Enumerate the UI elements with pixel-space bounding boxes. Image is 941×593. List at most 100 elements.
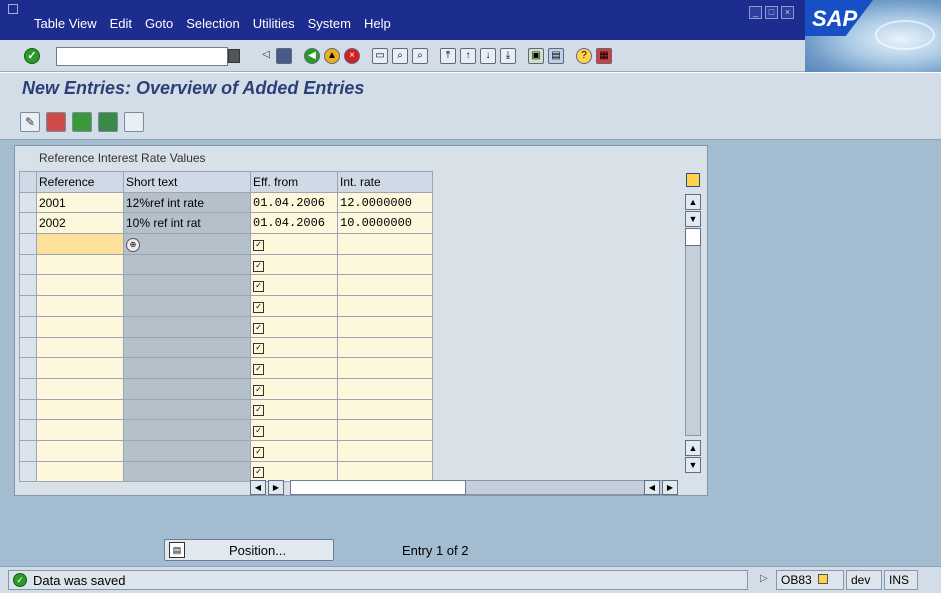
col-scroll-right-icon[interactable]: ▶ bbox=[662, 480, 678, 495]
command-field[interactable] bbox=[56, 47, 228, 66]
column-header-reference[interactable]: Reference bbox=[36, 171, 124, 193]
int-rate-cell[interactable]: 12.0000000 bbox=[337, 191, 433, 214]
reference-cell[interactable] bbox=[36, 439, 124, 462]
session-info-icon[interactable] bbox=[818, 574, 829, 584]
row-selector[interactable] bbox=[19, 191, 37, 214]
eff-from-cell[interactable]: ✓ bbox=[250, 419, 338, 441]
short-text-cell[interactable] bbox=[123, 419, 251, 441]
eff-from-cell[interactable]: ✓ bbox=[250, 315, 338, 338]
checkbox-icon[interactable]: ✓ bbox=[253, 384, 264, 396]
int-rate-cell[interactable] bbox=[337, 315, 433, 338]
system-menu-icon[interactable] bbox=[8, 4, 18, 14]
short-text-cell[interactable] bbox=[123, 274, 251, 297]
scroll-track[interactable] bbox=[685, 228, 701, 436]
row-selector[interactable] bbox=[19, 274, 37, 297]
reference-cell[interactable] bbox=[36, 274, 124, 297]
row-selector[interactable] bbox=[19, 336, 37, 359]
table-settings-icon[interactable] bbox=[686, 173, 700, 187]
deselect-all-icon[interactable] bbox=[124, 112, 144, 132]
page-up-icon[interactable]: ▲ bbox=[685, 440, 701, 456]
previous-page-icon[interactable]: ↑ bbox=[460, 48, 476, 64]
find-next-icon[interactable]: ⌕ bbox=[412, 48, 428, 64]
int-rate-cell[interactable] bbox=[337, 253, 433, 276]
select-block-icon[interactable] bbox=[98, 112, 118, 132]
checkbox-icon[interactable]: ✓ bbox=[253, 446, 264, 458]
int-rate-cell[interactable] bbox=[337, 336, 433, 359]
row-selector[interactable] bbox=[19, 357, 37, 379]
back-icon[interactable]: ◀ bbox=[304, 48, 320, 64]
row-selector[interactable] bbox=[19, 295, 37, 317]
int-rate-cell[interactable] bbox=[337, 460, 433, 483]
reference-cell[interactable] bbox=[36, 460, 124, 483]
reference-cell[interactable] bbox=[36, 336, 124, 359]
scroll-right-icon[interactable]: ▶ bbox=[268, 480, 284, 495]
shortcut-icon[interactable]: ▤ bbox=[548, 48, 564, 64]
checkbox-icon[interactable]: ✓ bbox=[253, 239, 264, 251]
int-rate-cell[interactable] bbox=[337, 357, 433, 379]
find-icon[interactable]: ⌕ bbox=[392, 48, 408, 64]
eff-from-cell[interactable]: ✓ bbox=[250, 460, 338, 483]
int-rate-cell[interactable] bbox=[337, 295, 433, 317]
reference-cell[interactable] bbox=[36, 233, 124, 255]
eff-from-cell[interactable]: ✓ bbox=[250, 253, 338, 276]
col-scroll-left-icon[interactable]: ◀ bbox=[644, 480, 660, 495]
select-all-cell[interactable] bbox=[19, 171, 37, 193]
eff-from-cell[interactable]: ✓ bbox=[250, 274, 338, 297]
eff-from-cell[interactable]: 01.04.2006 bbox=[250, 191, 338, 214]
change-display-icon[interactable]: ✎ bbox=[20, 112, 40, 132]
position-button[interactable]: ▤ Position... bbox=[164, 539, 334, 561]
reference-cell[interactable] bbox=[36, 295, 124, 317]
row-selector[interactable] bbox=[19, 212, 37, 235]
row-selector[interactable] bbox=[19, 315, 37, 338]
new-session-icon[interactable]: ▣ bbox=[528, 48, 544, 64]
last-page-icon[interactable]: ⤓ bbox=[500, 48, 516, 64]
short-text-cell[interactable] bbox=[123, 357, 251, 379]
column-header-eff-from[interactable]: Eff. from bbox=[250, 171, 338, 193]
save-icon[interactable] bbox=[276, 48, 292, 64]
checkbox-icon[interactable]: ✓ bbox=[253, 364, 264, 376]
short-text-cell[interactable] bbox=[123, 460, 251, 483]
horizontal-scrollbar[interactable]: ◀ ▶ ◀ ▶ bbox=[250, 480, 680, 496]
row-selector[interactable] bbox=[19, 398, 37, 421]
column-header-int-rate[interactable]: Int. rate bbox=[337, 171, 433, 193]
reference-cell[interactable] bbox=[36, 357, 124, 379]
close-icon[interactable]: × bbox=[781, 6, 794, 19]
reference-cell[interactable] bbox=[36, 315, 124, 338]
next-page-icon[interactable]: ↓ bbox=[480, 48, 496, 64]
row-selector[interactable] bbox=[19, 253, 37, 276]
int-rate-cell[interactable]: 10.0000000 bbox=[337, 212, 433, 235]
short-text-cell[interactable] bbox=[123, 398, 251, 421]
column-header-short-text[interactable]: Short text bbox=[123, 171, 251, 193]
reference-cell[interactable] bbox=[36, 377, 124, 400]
row-selector[interactable] bbox=[19, 460, 37, 483]
short-text-cell[interactable]: ⊕ bbox=[123, 233, 251, 255]
eff-from-cell[interactable]: ✓ bbox=[250, 233, 338, 255]
checkbox-icon[interactable]: ✓ bbox=[253, 467, 264, 479]
eff-from-cell[interactable]: ✓ bbox=[250, 357, 338, 379]
delete-icon[interactable] bbox=[46, 112, 66, 132]
menu-table-view[interactable]: Table View bbox=[34, 16, 97, 31]
first-page-icon[interactable]: ⤒ bbox=[440, 48, 456, 64]
eff-from-cell[interactable]: ✓ bbox=[250, 336, 338, 359]
status-message-box[interactable]: ✓ Data was saved bbox=[8, 570, 748, 590]
int-rate-cell[interactable] bbox=[337, 419, 433, 441]
enter-icon[interactable]: ✓ bbox=[24, 48, 40, 64]
row-selector[interactable] bbox=[19, 377, 37, 400]
eff-from-cell[interactable]: 01.04.2006 bbox=[250, 212, 338, 235]
checkbox-icon[interactable]: ✓ bbox=[253, 301, 264, 313]
reference-cell[interactable]: 2002 bbox=[36, 212, 124, 235]
short-text-cell[interactable] bbox=[123, 377, 251, 400]
reference-cell[interactable] bbox=[36, 398, 124, 421]
short-text-cell[interactable] bbox=[123, 315, 251, 338]
short-text-cell[interactable] bbox=[123, 336, 251, 359]
checkbox-icon[interactable]: ✓ bbox=[253, 281, 264, 293]
maximize-icon[interactable]: □ bbox=[765, 6, 778, 19]
menu-edit[interactable]: Edit bbox=[110, 16, 132, 31]
value-help-icon[interactable]: ⊕ bbox=[126, 237, 140, 252]
help-icon[interactable]: ? bbox=[576, 48, 592, 64]
int-rate-cell[interactable] bbox=[337, 233, 433, 255]
cancel-icon[interactable]: × bbox=[344, 48, 360, 64]
exit-icon[interactable]: ▲ bbox=[324, 48, 340, 64]
scroll-thumb[interactable] bbox=[685, 228, 701, 246]
short-text-cell[interactable]: 10% ref int rat bbox=[123, 212, 251, 235]
